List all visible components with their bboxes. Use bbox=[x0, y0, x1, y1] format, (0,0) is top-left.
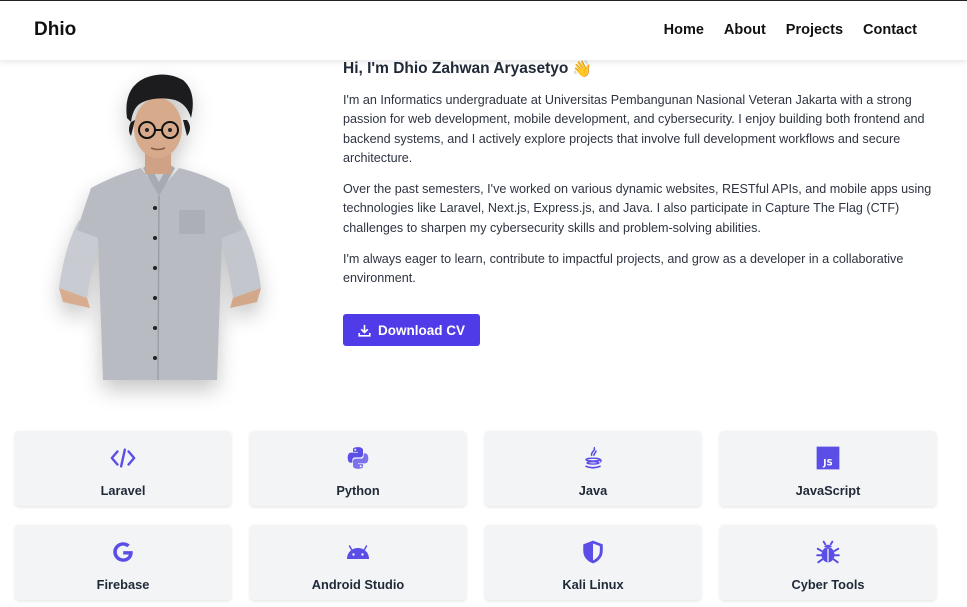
wave-icon: 👋 bbox=[572, 61, 593, 78]
skill-label: Java bbox=[578, 483, 608, 498]
skill-label: Cyber Tools bbox=[791, 577, 865, 592]
svg-text:JS: JS bbox=[822, 459, 832, 469]
download-cv-button[interactable]: Download CV bbox=[343, 314, 480, 346]
skill-label: Laravel bbox=[100, 483, 146, 498]
about-paragraph-1: I'm an Informatics undergraduate at Univ… bbox=[343, 93, 925, 165]
greeting-text: Hi, I'm Dhio Zahwan Aryasetyo bbox=[343, 60, 569, 77]
nav-link-about[interactable]: About bbox=[724, 22, 766, 38]
skill-label: Kali Linux bbox=[562, 577, 624, 592]
nav-link-contact[interactable]: Contact bbox=[863, 22, 917, 38]
nav-links: Home About Projects Contact bbox=[664, 22, 917, 38]
skill-card-kali-linux[interactable]: Kali Linux bbox=[485, 525, 701, 600]
about-paragraph-3: I'm always eager to learn, contribute to… bbox=[343, 252, 904, 286]
skill-label: Android Studio bbox=[311, 577, 405, 592]
skill-label: Python bbox=[336, 483, 380, 498]
shield-icon bbox=[579, 539, 607, 565]
nav-link-projects[interactable]: Projects bbox=[786, 22, 843, 38]
javascript-icon: JS bbox=[814, 445, 842, 471]
bug-icon bbox=[814, 539, 842, 565]
skill-label: JavaScript bbox=[795, 483, 861, 498]
greeting-heading: Hi, I'm Dhio Zahwan Aryasetyo 👋 bbox=[343, 59, 943, 79]
about-paragraph-2: Over the past semesters, I've worked on … bbox=[343, 182, 932, 235]
download-cv-label: Download CV bbox=[378, 322, 465, 338]
nav-link-home[interactable]: Home bbox=[664, 22, 704, 38]
skill-card-javascript[interactable]: JS JavaScript bbox=[720, 431, 936, 506]
brand-logo[interactable]: Dhio bbox=[34, 19, 76, 41]
java-icon bbox=[579, 445, 607, 471]
skill-card-python[interactable]: Python bbox=[250, 431, 466, 506]
navbar: Dhio Home About Projects Contact bbox=[0, 0, 967, 60]
python-icon bbox=[344, 445, 372, 471]
skill-card-android-studio[interactable]: Android Studio bbox=[250, 525, 466, 600]
skill-label: Firebase bbox=[96, 577, 150, 592]
about-section: Hi, I'm Dhio Zahwan Aryasetyo 👋 I'm an I… bbox=[343, 58, 943, 289]
skill-card-firebase[interactable]: Firebase bbox=[15, 525, 231, 600]
code-icon bbox=[109, 445, 137, 471]
skill-card-cyber-tools[interactable]: Cyber Tools bbox=[720, 525, 936, 600]
google-icon bbox=[109, 539, 137, 565]
skill-card-java[interactable]: Java bbox=[485, 431, 701, 506]
skill-card-laravel[interactable]: Laravel bbox=[15, 431, 231, 506]
android-icon bbox=[344, 539, 372, 565]
download-icon bbox=[358, 324, 371, 337]
profile-photo bbox=[57, 70, 262, 380]
